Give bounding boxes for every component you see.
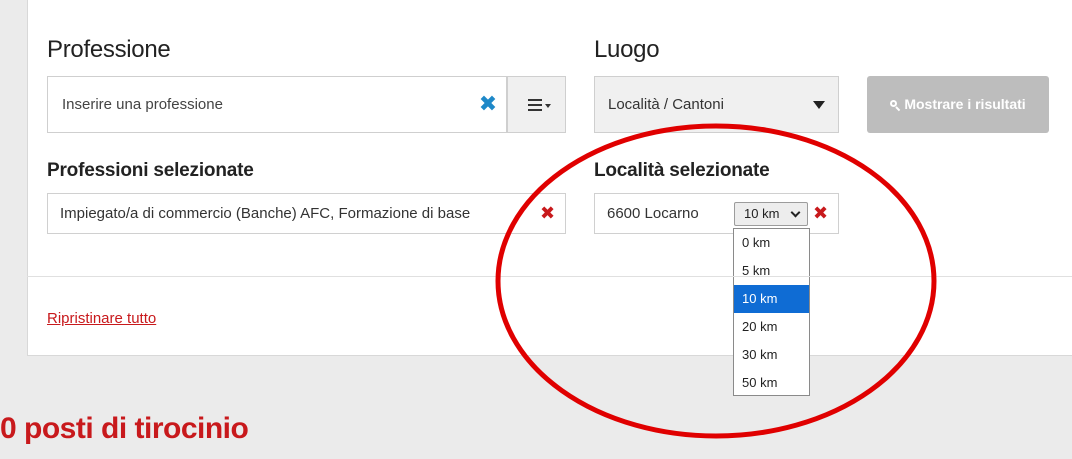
list-menu-icon — [528, 99, 542, 111]
location-heading: Luogo — [594, 36, 660, 63]
selected-location-label: 6600 Locarno — [607, 205, 699, 222]
selected-profession-chip: Impiegato/a di commercio (Banche) AFC, F… — [47, 193, 566, 234]
radius-option[interactable]: 0 km — [734, 229, 809, 257]
caret-down-icon — [545, 104, 551, 108]
reset-all-link[interactable]: Ripristinare tutto — [47, 310, 156, 327]
radius-select[interactable]: 10 km — [734, 202, 808, 226]
profession-list-button[interactable] — [507, 76, 566, 133]
profession-heading: Professione — [47, 36, 171, 63]
dropdown-triangle-icon — [813, 101, 825, 109]
show-results-label: Mostrare i risultati — [904, 96, 1026, 112]
chevron-down-icon — [790, 207, 801, 218]
search-icon — [890, 100, 900, 110]
clear-input-icon[interactable]: ✖ — [477, 91, 499, 117]
profession-search-box — [47, 76, 508, 133]
radius-option[interactable]: 50 km — [734, 369, 809, 397]
show-results-button[interactable]: Mostrare i risultati — [867, 76, 1049, 133]
remove-location-icon[interactable]: ✖ — [813, 203, 828, 223]
location-select-value: Località / Cantoni — [608, 96, 724, 113]
radius-option[interactable]: 20 km — [734, 313, 809, 341]
result-count: 0 posti di tirocinio — [0, 412, 249, 445]
selected-profession-label: Impiegato/a di commercio (Banche) AFC, F… — [60, 205, 471, 222]
selected-locations-heading: Località selezionate — [594, 160, 770, 181]
radius-option[interactable]: 5 km — [734, 257, 809, 285]
selected-professions-heading: Professioni selezionate — [47, 160, 254, 181]
radius-option[interactable]: 30 km — [734, 341, 809, 369]
location-select[interactable]: Località / Cantoni — [594, 76, 839, 133]
profession-input[interactable] — [48, 77, 508, 132]
radius-select-value: 10 km — [744, 206, 780, 221]
radius-dropdown-list: 0 km 5 km 10 km 20 km 30 km 50 km — [733, 228, 810, 396]
panel-divider — [27, 276, 1072, 277]
remove-profession-icon[interactable]: ✖ — [540, 203, 555, 223]
radius-option-selected[interactable]: 10 km — [734, 285, 809, 313]
